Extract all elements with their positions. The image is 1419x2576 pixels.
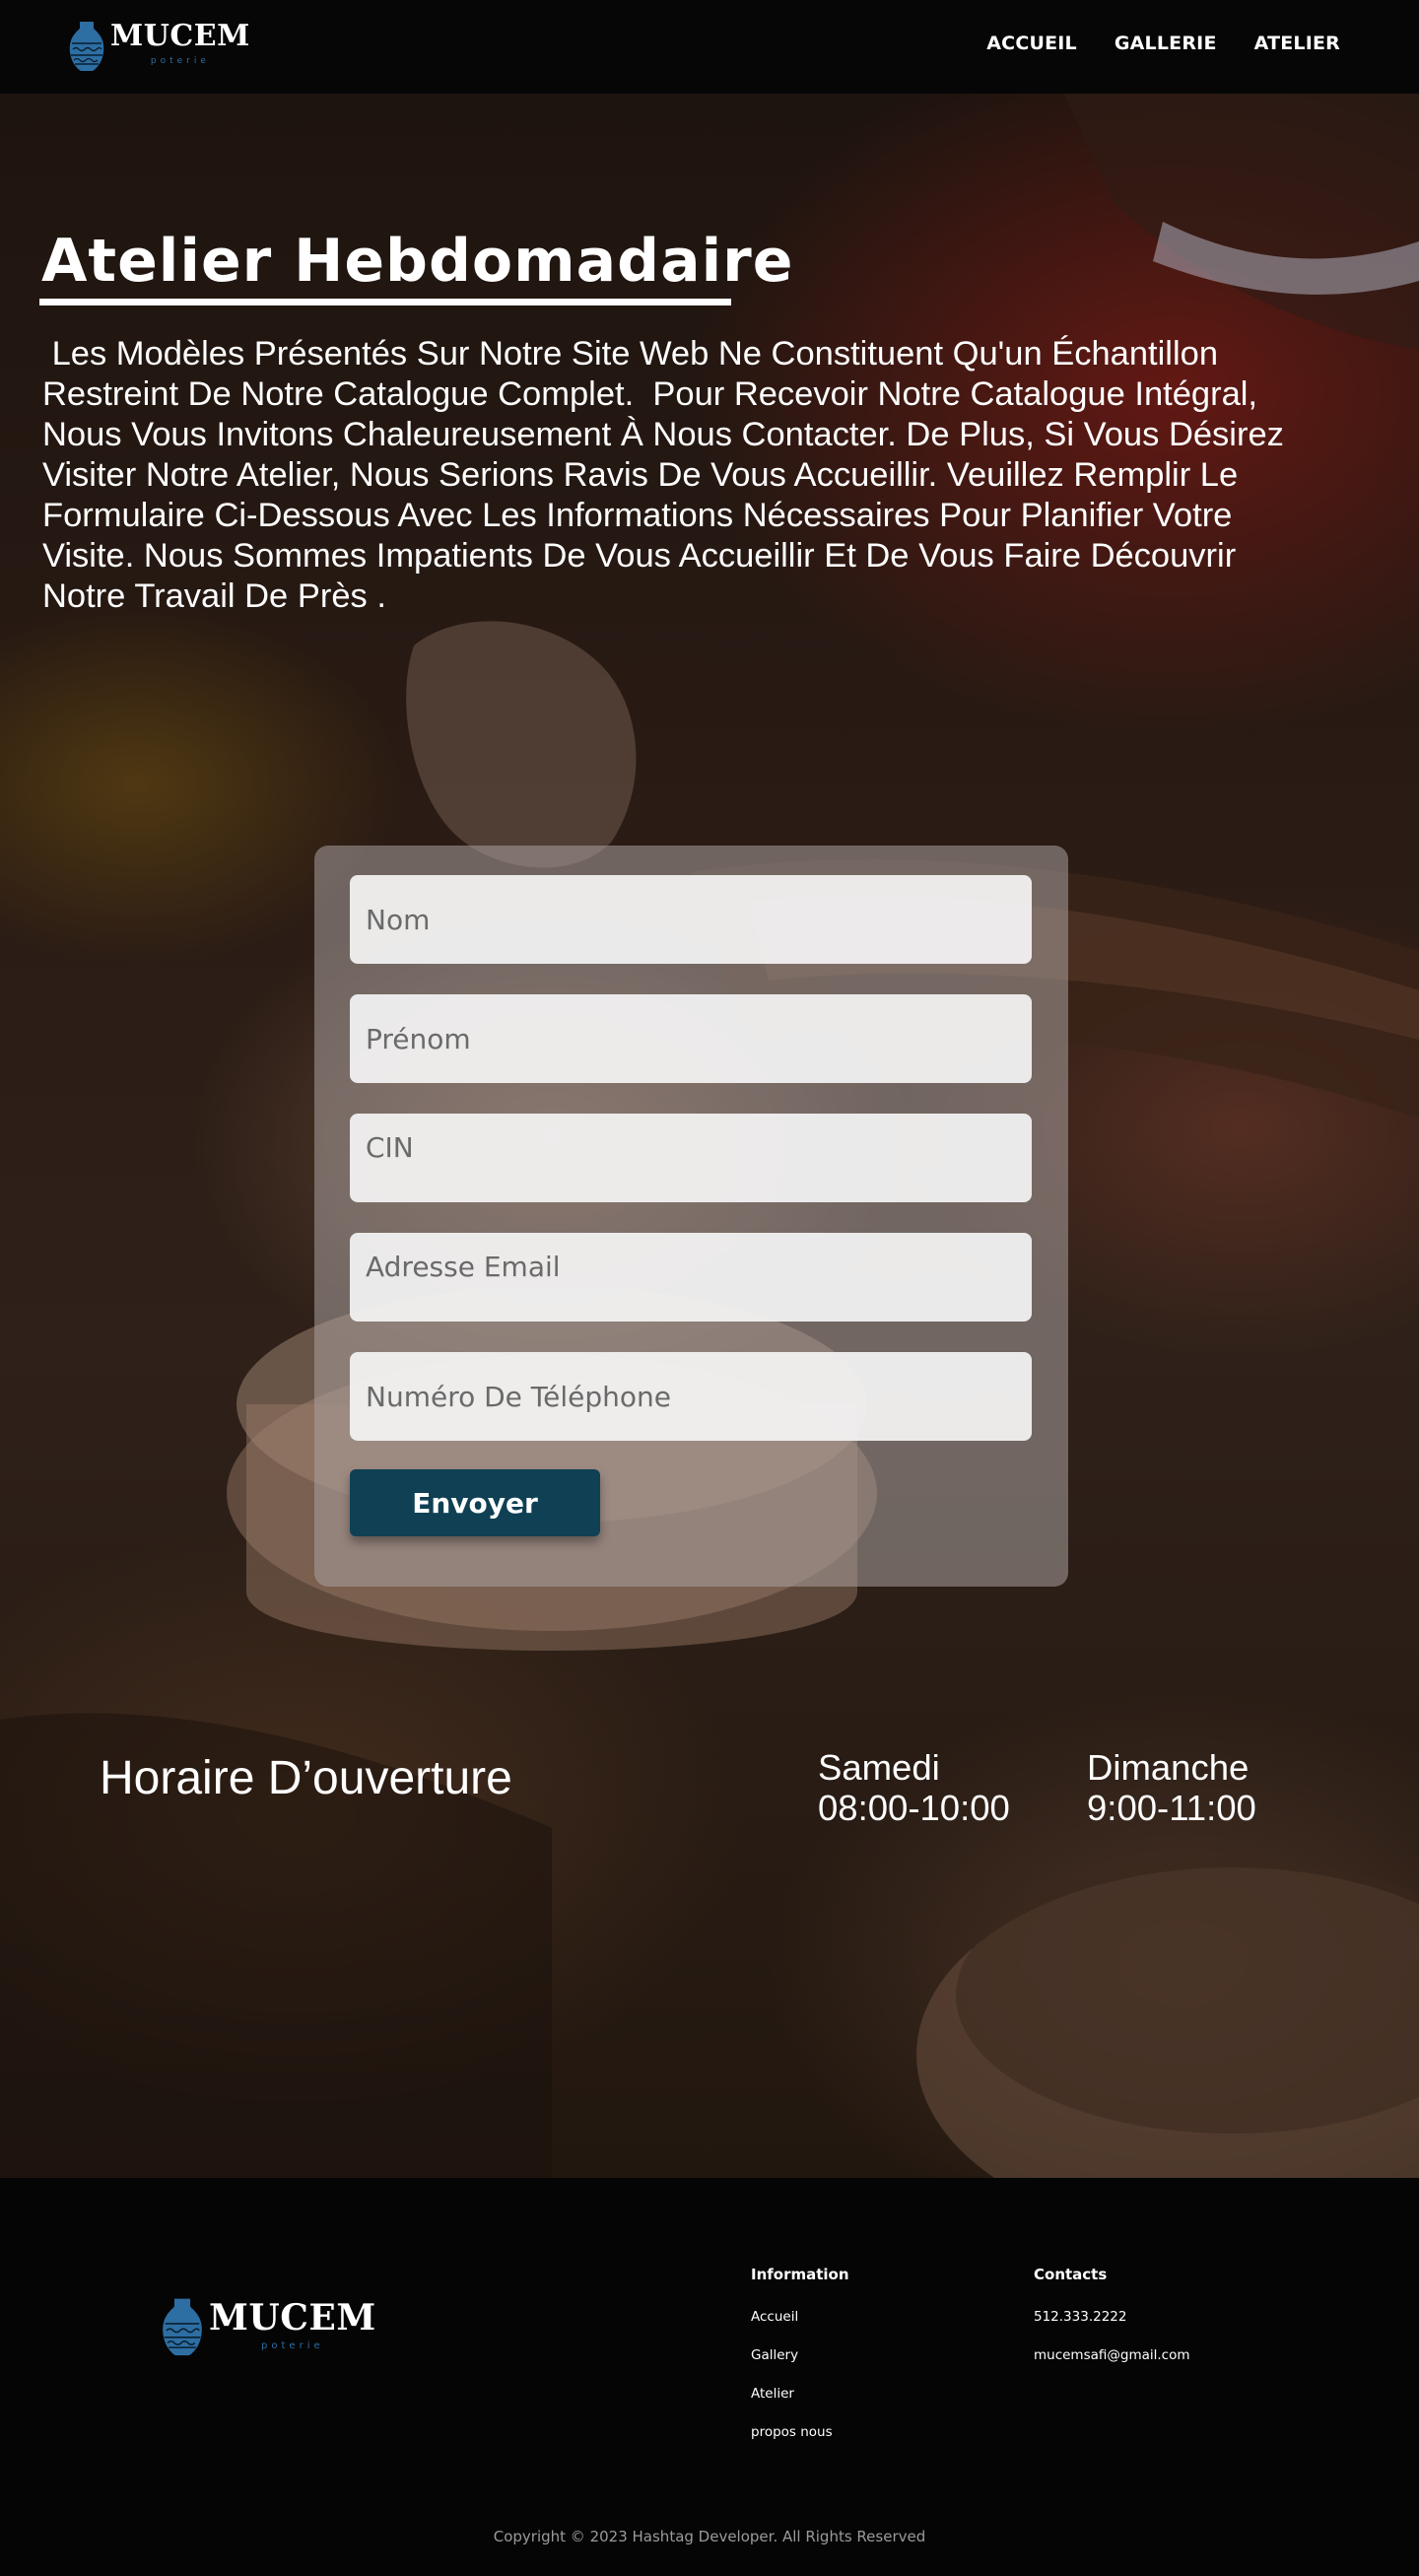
contact-phone[interactable]: 512.333.2222 — [1034, 2309, 1126, 2325]
brand-name: MUCEM — [209, 2297, 376, 2339]
email-field[interactable] — [350, 1233, 1032, 1322]
nav-accueil[interactable]: ACCUEIL — [986, 33, 1077, 54]
title-underline — [39, 299, 731, 305]
page-title: Atelier Hebdomadaire — [41, 227, 794, 296]
hours-saturday: Samedi 08:00-10:00 — [818, 1747, 1010, 1828]
day-time: 08:00-10:00 — [818, 1788, 1010, 1828]
visit-form: Envoyer — [314, 846, 1068, 1587]
footer-link-propos[interactable]: propos nous — [751, 2424, 833, 2440]
day-time: 9:00-11:00 — [1087, 1788, 1256, 1828]
hours-sunday: Dimanche 9:00-11:00 — [1087, 1747, 1256, 1828]
main-nav: ACCUEIL GALLERIE ATELIER — [986, 33, 1340, 54]
contacts-heading: Contacts — [1034, 2266, 1108, 2283]
footer-link-atelier[interactable]: Atelier — [751, 2386, 794, 2402]
intro-paragraph: Les Modèles Présentés Sur Notre Site Web… — [42, 335, 1284, 615]
vase-icon — [69, 22, 104, 71]
nav-gallerie[interactable]: GALLERIE — [1115, 33, 1217, 54]
site-footer: MUCEM poterie Information Accueil Galler… — [0, 2178, 1419, 2576]
footer-logo[interactable]: MUCEM poterie — [160, 2296, 376, 2359]
brand-tagline: poterie — [150, 56, 210, 66]
nav-atelier[interactable]: ATELIER — [1254, 33, 1340, 54]
nom-field[interactable] — [350, 875, 1032, 964]
footer-link-gallery[interactable]: Gallery — [751, 2347, 798, 2363]
contact-email[interactable]: mucemsafi@gmail.com — [1034, 2347, 1190, 2363]
day-name: Samedi — [818, 1747, 940, 1788]
day-name: Dimanche — [1087, 1747, 1250, 1788]
phone-field[interactable] — [350, 1352, 1032, 1441]
brand-name: MUCEM — [110, 19, 250, 53]
hero-section: Atelier Hebdomadaire Les Modèles Présent… — [0, 94, 1419, 2178]
prenom-field[interactable] — [350, 994, 1032, 1083]
vase-icon — [163, 2298, 202, 2356]
copyright-text: Copyright © 2023 Hashtag Developer. All … — [493, 2528, 926, 2545]
envoyer-button[interactable]: Envoyer — [350, 1469, 600, 1536]
cin-field[interactable] — [350, 1114, 1032, 1202]
opening-hours-title: Horaire D’ouverture — [100, 1752, 512, 1804]
footer-link-accueil[interactable]: Accueil — [751, 2309, 798, 2325]
site-header: MUCEM poterie ACCUEIL GALLERIE ATELIER — [0, 0, 1419, 94]
information-heading: Information — [751, 2266, 849, 2283]
brand-logo[interactable]: MUCEM poterie — [67, 20, 250, 74]
brand-tagline: poterie — [261, 2340, 324, 2351]
